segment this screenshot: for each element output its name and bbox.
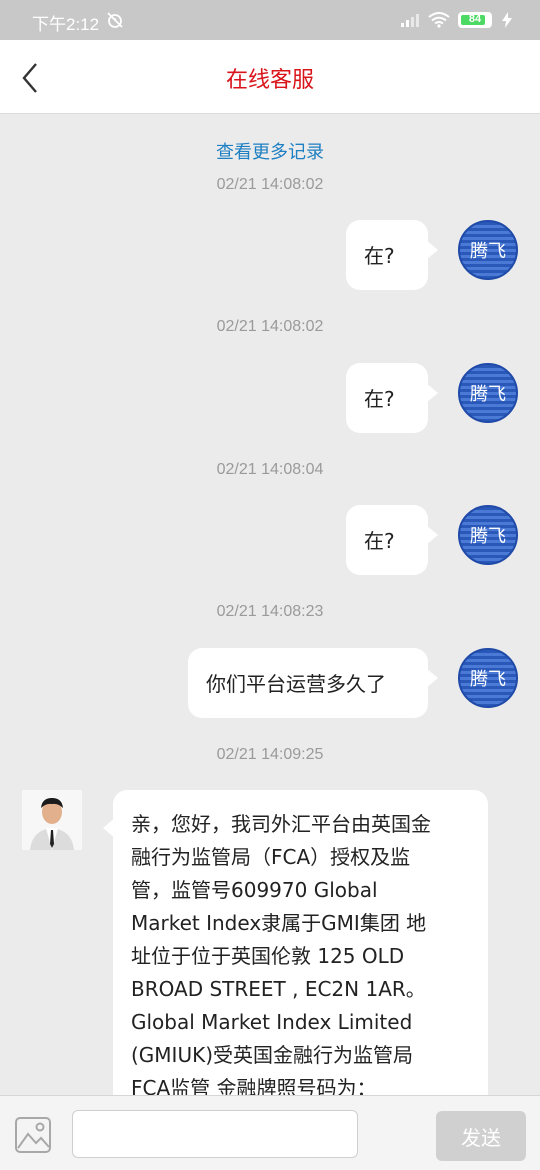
charging-icon: [502, 12, 512, 28]
user-avatar: 腾飞: [458, 363, 518, 423]
battery-icon: 84: [458, 12, 492, 28]
message-line: 亲，您好，我司外汇平台由英国金: [131, 812, 431, 836]
message-text: 在?: [364, 529, 395, 553]
chat-area[interactable]: 查看更多记录 02/21 14:08:02 在? 腾飞 02/21 14:08:…: [0, 114, 540, 1095]
message-text: 你们平台运营多久了: [206, 672, 386, 696]
user-avatar: 腾飞: [458, 648, 518, 708]
message-line: Global Market Index Limited: [131, 1010, 413, 1034]
wifi-icon: [428, 12, 450, 28]
user-avatar-text: 腾飞: [470, 669, 506, 690]
user-avatar-text: 腾飞: [470, 526, 506, 547]
page-title: 在线客服: [225, 68, 314, 93]
message-text: 在?: [364, 244, 395, 268]
alarm-off-icon: [107, 12, 123, 28]
message-timestamp: 02/21 14:08:02: [216, 176, 324, 193]
message-text: 在?: [364, 387, 395, 411]
message-line: 址位于位于英国伦敦 125 OLD: [131, 944, 405, 968]
message-input[interactable]: [72, 1110, 358, 1158]
user-avatar-text: 腾飞: [470, 384, 506, 405]
message-input-bar: 发送: [0, 1095, 540, 1170]
status-time: 下午2:12: [32, 15, 100, 34]
agent-message-text: 亲，您好，我司外汇平台由英国金 融行为监管局（FCA）授权及监 管，监管号609…: [113, 790, 488, 1095]
view-more-records-link[interactable]: 查看更多记录: [0, 138, 540, 164]
battery-level: 84: [468, 13, 482, 25]
user-avatar: 腾飞: [458, 505, 518, 565]
user-message-bubble: 在?: [346, 505, 438, 575]
message-timestamp: 02/21 14:08:02: [216, 318, 324, 335]
user-avatar: 腾飞: [458, 220, 518, 280]
user-message-bubble: 在?: [346, 363, 438, 433]
message-timestamp: 02/21 14:08:04: [216, 461, 324, 478]
status-bar: 下午2:12 84: [0, 0, 540, 40]
message-line: 管，监管号609970 Global: [131, 878, 378, 902]
message-line: Market Index隶属于GMI集团 地: [131, 911, 427, 935]
user-message-bubble: 在?: [346, 220, 438, 290]
image-icon[interactable]: [14, 1116, 52, 1154]
agent-avatar: [22, 790, 82, 850]
user-avatar-text: 腾飞: [470, 241, 506, 262]
message-line: BROAD STREET , EC2N 1AR。: [131, 977, 426, 1001]
message-timestamp: 02/21 14:08:23: [216, 603, 324, 620]
header: 在线客服: [0, 40, 540, 114]
message-line: (GMIUK)受英国金融行为监管局: [131, 1043, 414, 1067]
message-line: 融行为监管局（FCA）授权及监: [131, 845, 411, 869]
message-timestamp: 02/21 14:09:25: [216, 746, 324, 763]
user-message-bubble: 你们平台运营多久了: [188, 648, 438, 718]
send-button[interactable]: 发送: [436, 1111, 526, 1161]
signal-icon: [401, 14, 419, 27]
message-line: FCA监管 金融牌照号码为：: [131, 1076, 377, 1095]
agent-message-bubble: 亲，您好，我司外汇平台由英国金 融行为监管局（FCA）授权及监 管，监管号609…: [103, 790, 488, 1095]
